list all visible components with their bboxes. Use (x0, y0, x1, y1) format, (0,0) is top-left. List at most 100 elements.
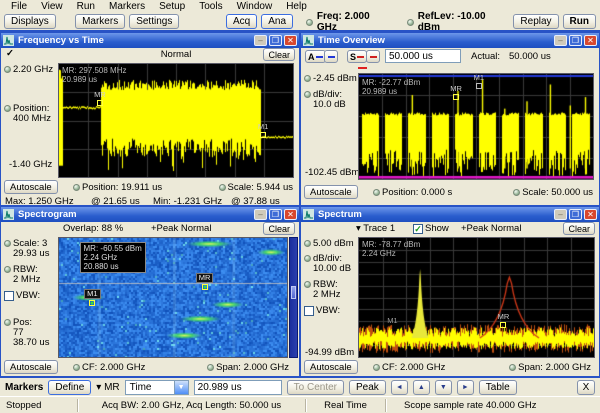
menu-view[interactable]: View (34, 1, 70, 12)
spectrogram-titlebar[interactable]: Spectrogram – ❐ ✕ (1, 207, 299, 222)
minimize-button[interactable]: – (554, 35, 567, 46)
to-center-button[interactable]: To Center (287, 380, 344, 395)
menu-window[interactable]: Window (230, 1, 280, 12)
time-selection-bar[interactable] (358, 67, 594, 72)
vbw-checkbox[interactable] (304, 306, 314, 316)
peak-button[interactable]: Peak (349, 380, 386, 395)
rbw-adjust-icon[interactable] (4, 266, 11, 273)
cf-adjust-icon[interactable] (73, 364, 80, 371)
marker-table-button[interactable]: Table (479, 380, 517, 395)
marker-m1-tag[interactable]: M1 (387, 317, 397, 325)
x-position-adjust-icon[interactable] (373, 189, 380, 196)
scrollbar-thumb[interactable] (291, 286, 296, 299)
y-top-adjust-icon[interactable] (304, 75, 311, 82)
freq-readout: Freq: 2.000 GHz (317, 11, 378, 33)
trace-select[interactable]: ▾ Trace 1 (356, 224, 395, 234)
x-scale-adjust-icon[interactable] (513, 189, 520, 196)
spectrum-bar-icon (370, 56, 377, 58)
db-div-adjust-icon[interactable] (304, 255, 311, 262)
menu-run[interactable]: Run (70, 1, 102, 12)
rbw-adjust-icon[interactable] (304, 281, 311, 288)
y-top-adjust-icon[interactable] (304, 240, 311, 247)
cf-adjust-icon[interactable] (373, 364, 380, 371)
span-adjust-icon[interactable] (509, 364, 516, 371)
replay-button[interactable]: Replay (513, 14, 558, 29)
close-button[interactable]: ✕ (284, 35, 297, 46)
run-button[interactable]: Run (563, 14, 596, 29)
span-adjust-icon[interactable] (207, 364, 214, 371)
x-scale-adjust-icon[interactable] (219, 184, 226, 191)
maximize-button[interactable]: ❐ (569, 209, 582, 220)
marker-m1-tag[interactable]: M1 (84, 289, 100, 306)
vbw-checkbox[interactable] (4, 291, 14, 301)
close-button[interactable]: ✕ (584, 209, 597, 220)
freq-adjust-icon[interactable] (306, 19, 313, 26)
autoscale-button[interactable]: Autoscale (304, 360, 358, 374)
maximize-button[interactable]: ❐ (569, 35, 582, 46)
peak-higher-button[interactable]: ▲ (413, 380, 430, 395)
menu-help[interactable]: Help (279, 1, 314, 12)
settings-button[interactable]: Settings (129, 14, 179, 29)
peak-right-button[interactable]: ► (457, 380, 474, 395)
autoscale-button[interactable]: Autoscale (304, 185, 358, 199)
minimize-button[interactable]: – (254, 209, 267, 220)
span-field: Span: 2.000 GHz (207, 363, 289, 373)
position-adjust-icon[interactable] (4, 319, 11, 326)
autoscale-button[interactable]: Autoscale (4, 360, 58, 374)
autoscale-button[interactable]: Autoscale (4, 180, 58, 194)
spectrum-time-manual-button[interactable] (366, 50, 380, 63)
freq-vs-time-window: Frequency vs Time – ❐ ✕ ✓ Normal Clear 2… (0, 32, 300, 206)
stat-max: Max: 1.250 GHz (5, 197, 74, 206)
marker-m1-tag[interactable]: M1 (474, 74, 484, 89)
trace-mode-label[interactable]: +Peak Normal (461, 224, 521, 234)
y-top-adjust-icon[interactable] (4, 66, 11, 73)
marker-mr-tag[interactable]: MR (94, 91, 106, 106)
peak-left-button[interactable]: ◄ (391, 380, 408, 395)
trace-check-icon[interactable]: ✓ (6, 49, 14, 59)
freq-vs-time-titlebar[interactable]: Frequency vs Time – ❐ ✕ (1, 33, 299, 48)
ana-button[interactable]: Ana (261, 14, 293, 29)
vbw-field: VBW: (304, 306, 340, 316)
trace-mode-label[interactable]: Normal (58, 50, 294, 60)
show-checkbox[interactable]: ✓ (413, 224, 423, 234)
marker-type-select[interactable]: Time ▼ (125, 380, 189, 395)
maximize-button[interactable]: ❐ (269, 35, 282, 46)
trace-mode-label[interactable]: +Peak Normal (151, 224, 211, 234)
active-marker-select[interactable]: ▾ MR (96, 382, 119, 393)
maximize-button[interactable]: ❐ (269, 209, 282, 220)
minimize-button[interactable]: – (554, 209, 567, 220)
close-button[interactable]: ✕ (284, 209, 297, 220)
menu-file[interactable]: File (4, 1, 34, 12)
markers-button[interactable]: Markers (75, 14, 125, 29)
scale-adjust-icon[interactable] (4, 240, 11, 247)
spectrogram-scrollbar[interactable] (289, 237, 298, 358)
spectrum-titlebar[interactable]: Spectrum – ❐ ✕ (301, 207, 599, 222)
marker-m1-tag[interactable]: M1 (258, 123, 268, 138)
y-position-adjust-icon[interactable] (4, 105, 11, 112)
menu-tools[interactable]: Tools (192, 1, 229, 12)
spectrum-time-auto-button[interactable]: S (347, 50, 367, 63)
time-overview-titlebar[interactable]: Time Overview – ❐ ✕ (301, 33, 599, 48)
x-position-adjust-icon[interactable] (73, 184, 80, 191)
reflev-adjust-icon[interactable] (407, 19, 414, 26)
analysis-time-manual-button[interactable] (324, 50, 338, 63)
marker-mr-tag[interactable]: MR (498, 313, 510, 328)
clear-button[interactable]: Clear (563, 222, 595, 235)
displays-button[interactable]: Displays (4, 14, 56, 29)
define-markers-button[interactable]: Define (48, 380, 91, 395)
db-div-adjust-icon[interactable] (304, 91, 311, 98)
close-button[interactable]: ✕ (584, 35, 597, 46)
analysis-time-auto-button[interactable]: A (305, 50, 326, 63)
marker-mr-tag[interactable]: MR (450, 85, 462, 100)
acq-button[interactable]: Acq (226, 14, 257, 29)
clear-button[interactable]: Clear (263, 48, 295, 61)
clear-button[interactable]: Clear (263, 222, 295, 235)
marker-mr-tag[interactable]: MR (196, 273, 214, 290)
peak-lower-button[interactable]: ▼ (435, 380, 452, 395)
close-markers-toolbar-button[interactable]: X (577, 380, 595, 395)
analysis-length-input[interactable] (385, 49, 461, 63)
minimize-button[interactable]: – (254, 35, 267, 46)
menu-setup[interactable]: Setup (152, 1, 192, 12)
menu-markers[interactable]: Markers (102, 1, 152, 12)
marker-value-input[interactable] (194, 380, 282, 395)
